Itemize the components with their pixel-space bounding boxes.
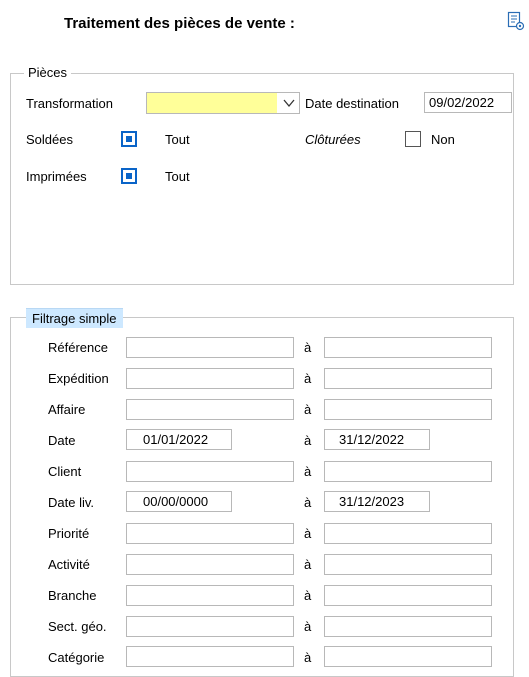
separator-a: à [304, 464, 312, 479]
branche-from-input[interactable] [126, 585, 294, 606]
separator-a: à [304, 402, 312, 417]
date-liv-from-input[interactable]: 00/00/0000 [126, 491, 232, 512]
expedition-from-input[interactable] [126, 368, 294, 389]
sect-geo-to-input[interactable] [324, 616, 492, 637]
chevron-down-icon[interactable] [283, 97, 295, 109]
separator-a: à [304, 371, 312, 386]
separator-a: à [304, 650, 312, 665]
filtrage-legend: Filtrage simple [26, 308, 123, 328]
categorie-from-input[interactable] [126, 646, 294, 667]
cloturees-value: Non [431, 132, 455, 147]
filter-label-date-liv: Date liv. [48, 495, 94, 510]
activite-to-input[interactable] [324, 554, 492, 575]
imprimees-checkbox[interactable] [121, 168, 137, 184]
filter-label-client: Client [48, 464, 82, 479]
filter-label-expedition: Expédition [48, 371, 109, 386]
cloturees-checkbox[interactable] [405, 131, 421, 147]
filter-label-sect-geo: Sect. géo. [48, 619, 107, 634]
filter-label-categorie: Catégorie [48, 650, 105, 665]
soldees-checkbox[interactable] [121, 131, 137, 147]
reference-to-input[interactable] [324, 337, 492, 358]
imprimees-label: Imprimées [26, 169, 87, 184]
separator-a: à [304, 433, 312, 448]
client-to-input[interactable] [324, 461, 492, 482]
date-liv-to-input[interactable]: 31/12/2023 [324, 491, 430, 512]
transformation-value[interactable] [147, 93, 277, 113]
soldees-value: Tout [165, 132, 190, 147]
separator-a: à [304, 340, 312, 355]
categorie-to-input[interactable] [324, 646, 492, 667]
filter-label-affaire: Affaire [48, 402, 86, 417]
filter-label-reference: Référence [48, 340, 108, 355]
separator-a: à [304, 557, 312, 572]
affaire-from-input[interactable] [126, 399, 294, 420]
priorite-to-input[interactable] [324, 523, 492, 544]
client-from-input[interactable] [126, 461, 294, 482]
separator-a: à [304, 526, 312, 541]
separator-a: à [304, 495, 312, 510]
soldees-label: Soldées [26, 132, 73, 147]
date-destination-field[interactable]: 09/02/2022 [424, 92, 512, 113]
filter-label-priorite: Priorité [48, 526, 90, 541]
imprimees-value: Tout [165, 169, 190, 184]
separator-a: à [304, 619, 312, 634]
filter-label-activite: Activité [48, 557, 90, 572]
settings-document-icon[interactable] [507, 11, 525, 31]
branche-to-input[interactable] [324, 585, 492, 606]
activite-from-input[interactable] [126, 554, 294, 575]
date-from-input[interactable]: 01/01/2022 [126, 429, 232, 450]
priorite-from-input[interactable] [126, 523, 294, 544]
date-to-input[interactable]: 31/12/2022 [324, 429, 430, 450]
filter-label-date: Date [48, 433, 76, 448]
transformation-select[interactable] [146, 92, 300, 114]
transformation-label: Transformation [26, 96, 113, 111]
pieces-legend: Pièces [24, 65, 72, 81]
sect-geo-from-input[interactable] [126, 616, 294, 637]
page-title: Traitement des pièces de vente : [64, 15, 295, 32]
reference-from-input[interactable] [126, 337, 294, 358]
filter-label-branche: Branche [48, 588, 97, 603]
cloturees-label: Clôturées [305, 132, 361, 147]
affaire-to-input[interactable] [324, 399, 492, 420]
date-destination-label: Date destination [305, 96, 399, 111]
expedition-to-input[interactable] [324, 368, 492, 389]
separator-a: à [304, 588, 312, 603]
